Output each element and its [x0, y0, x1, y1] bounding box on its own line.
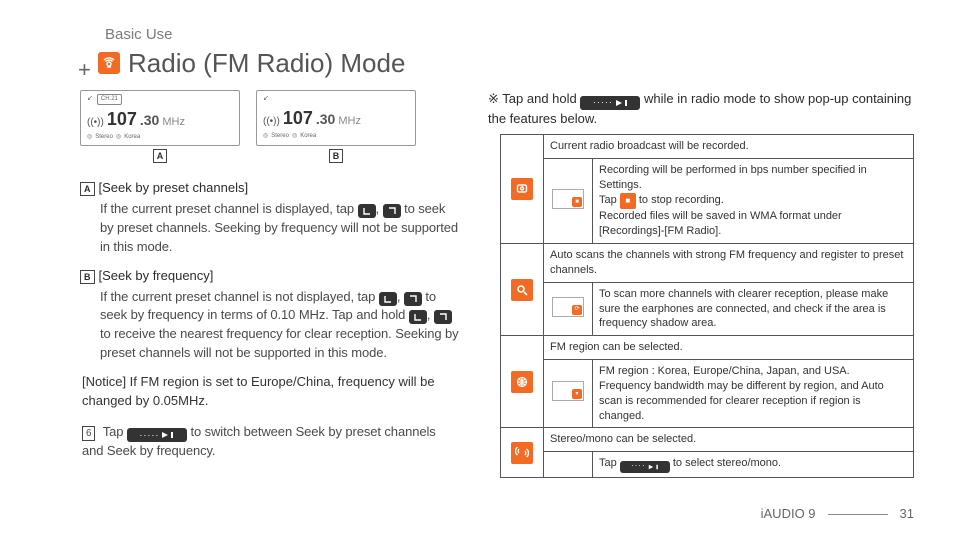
tag-b: B	[329, 149, 344, 163]
left-column: ↙ CH.21 ((•)) 107.30 MHz ◎ Stereo ◎	[80, 90, 460, 478]
stereo-head: Stereo/mono can be selected.	[544, 428, 914, 452]
step-6-box: 6	[82, 426, 95, 441]
screenshots-row: ↙ CH.21 ((•)) 107.30 MHz ◎ Stereo ◎	[80, 90, 460, 171]
record-head: Current radio broadcast will be recorded…	[544, 135, 914, 159]
page-number: 31	[900, 505, 914, 524]
channel-badge: CH.21	[97, 94, 122, 105]
up-right-button-icon	[383, 204, 401, 218]
right-column: ※ Tap and hold ····· while in radio mode…	[500, 90, 914, 478]
search-icon	[511, 279, 533, 301]
radio-icon	[98, 52, 120, 74]
section-a-title: [Seek by preset channels]	[99, 180, 249, 195]
mode-switch-button-icon: ····	[620, 461, 670, 473]
mode-switch-button-icon: ·····	[580, 96, 640, 110]
globe-icon	[511, 371, 533, 393]
freq-unit: MHz	[162, 115, 185, 131]
breadcrumb: Basic Use	[105, 24, 173, 46]
page-title: Radio (FM Radio) Mode	[128, 45, 405, 83]
region-label: Korea	[300, 132, 316, 141]
section-b-title: [Seek by frequency]	[99, 268, 214, 283]
stereo-label: Stereo	[95, 133, 113, 142]
sound-icon: ◎	[87, 133, 92, 142]
region-label: Korea	[124, 133, 140, 142]
footer-divider	[828, 514, 888, 515]
section-a-head: A [Seek by preset channels]	[80, 179, 460, 198]
screenshot-b: ↙ ((•)) 107.30 MHz ◎ Stereo ◎ Korea	[256, 90, 416, 146]
section-six: 6 Tap ····· to switch between Seek by pr…	[82, 423, 460, 461]
product-name: iAUDIO 9	[761, 505, 816, 524]
plus-symbol: +	[78, 54, 91, 86]
record-icon	[511, 178, 533, 200]
scan-thumb: ⟳	[552, 297, 584, 317]
down-left-button-icon	[409, 310, 427, 324]
region-icon: ◎	[116, 133, 121, 142]
stereo-icon	[511, 442, 533, 464]
down-left-button-icon	[379, 292, 397, 306]
record-thumb: ■	[552, 189, 584, 209]
features-table: Current radio broadcast will be recorded…	[500, 134, 914, 477]
region-head: FM region can be selected.	[544, 336, 914, 360]
region-thumb: ▾	[552, 381, 584, 401]
sound-icon: ◎	[263, 132, 268, 141]
up-right-button-icon	[434, 310, 452, 324]
up-right-button-icon	[404, 292, 422, 306]
expand-icon: ↙	[263, 94, 269, 104]
region-icon: ◎	[292, 132, 297, 141]
scan-head: Auto scans the channels with strong FM f…	[544, 244, 914, 283]
section-b-body: If the current preset channel is not dis…	[100, 288, 460, 363]
freq-frac: .30	[140, 110, 159, 130]
notice-text: [Notice] If FM region is set to Europe/C…	[82, 373, 460, 411]
tag-a: A	[153, 149, 168, 163]
down-left-button-icon	[358, 204, 376, 218]
record-body: Recording will be performed in bps numbe…	[593, 159, 914, 244]
freq-int: 107	[107, 106, 137, 132]
stop-icon: ■	[620, 193, 636, 209]
scan-body: To scan more channels with clearer recep…	[593, 282, 914, 336]
section-a-body: If the current preset channel is display…	[100, 200, 460, 257]
freq-int: 107	[283, 105, 313, 131]
freq-frac: .30	[316, 109, 335, 129]
popup-intro: ※ Tap and hold ····· while in radio mode…	[488, 90, 914, 128]
stereo-label: Stereo	[271, 132, 289, 141]
reference-mark: ※	[488, 91, 502, 106]
tag-b-inline: B	[80, 270, 95, 284]
stereo-body: Tap ···· to select stereo/mono.	[593, 452, 914, 477]
freq-unit: MHz	[338, 114, 361, 130]
footer: iAUDIO 9 31	[761, 505, 914, 524]
signal-icon: ((•))	[263, 115, 280, 130]
screenshot-a: ↙ CH.21 ((•)) 107.30 MHz ◎ Stereo ◎	[80, 90, 240, 146]
page: Basic Use + Radio (FM Radio) Mode ↙ CH.2…	[0, 0, 954, 540]
tag-a-inline: A	[80, 182, 95, 196]
expand-icon: ↙	[87, 94, 93, 104]
signal-icon: ((•))	[87, 116, 104, 131]
section-b-head: B [Seek by frequency]	[80, 267, 460, 286]
mode-switch-button-icon: ·····	[127, 428, 187, 442]
region-body: FM region : Korea, Europe/China, Japan, …	[593, 360, 914, 428]
